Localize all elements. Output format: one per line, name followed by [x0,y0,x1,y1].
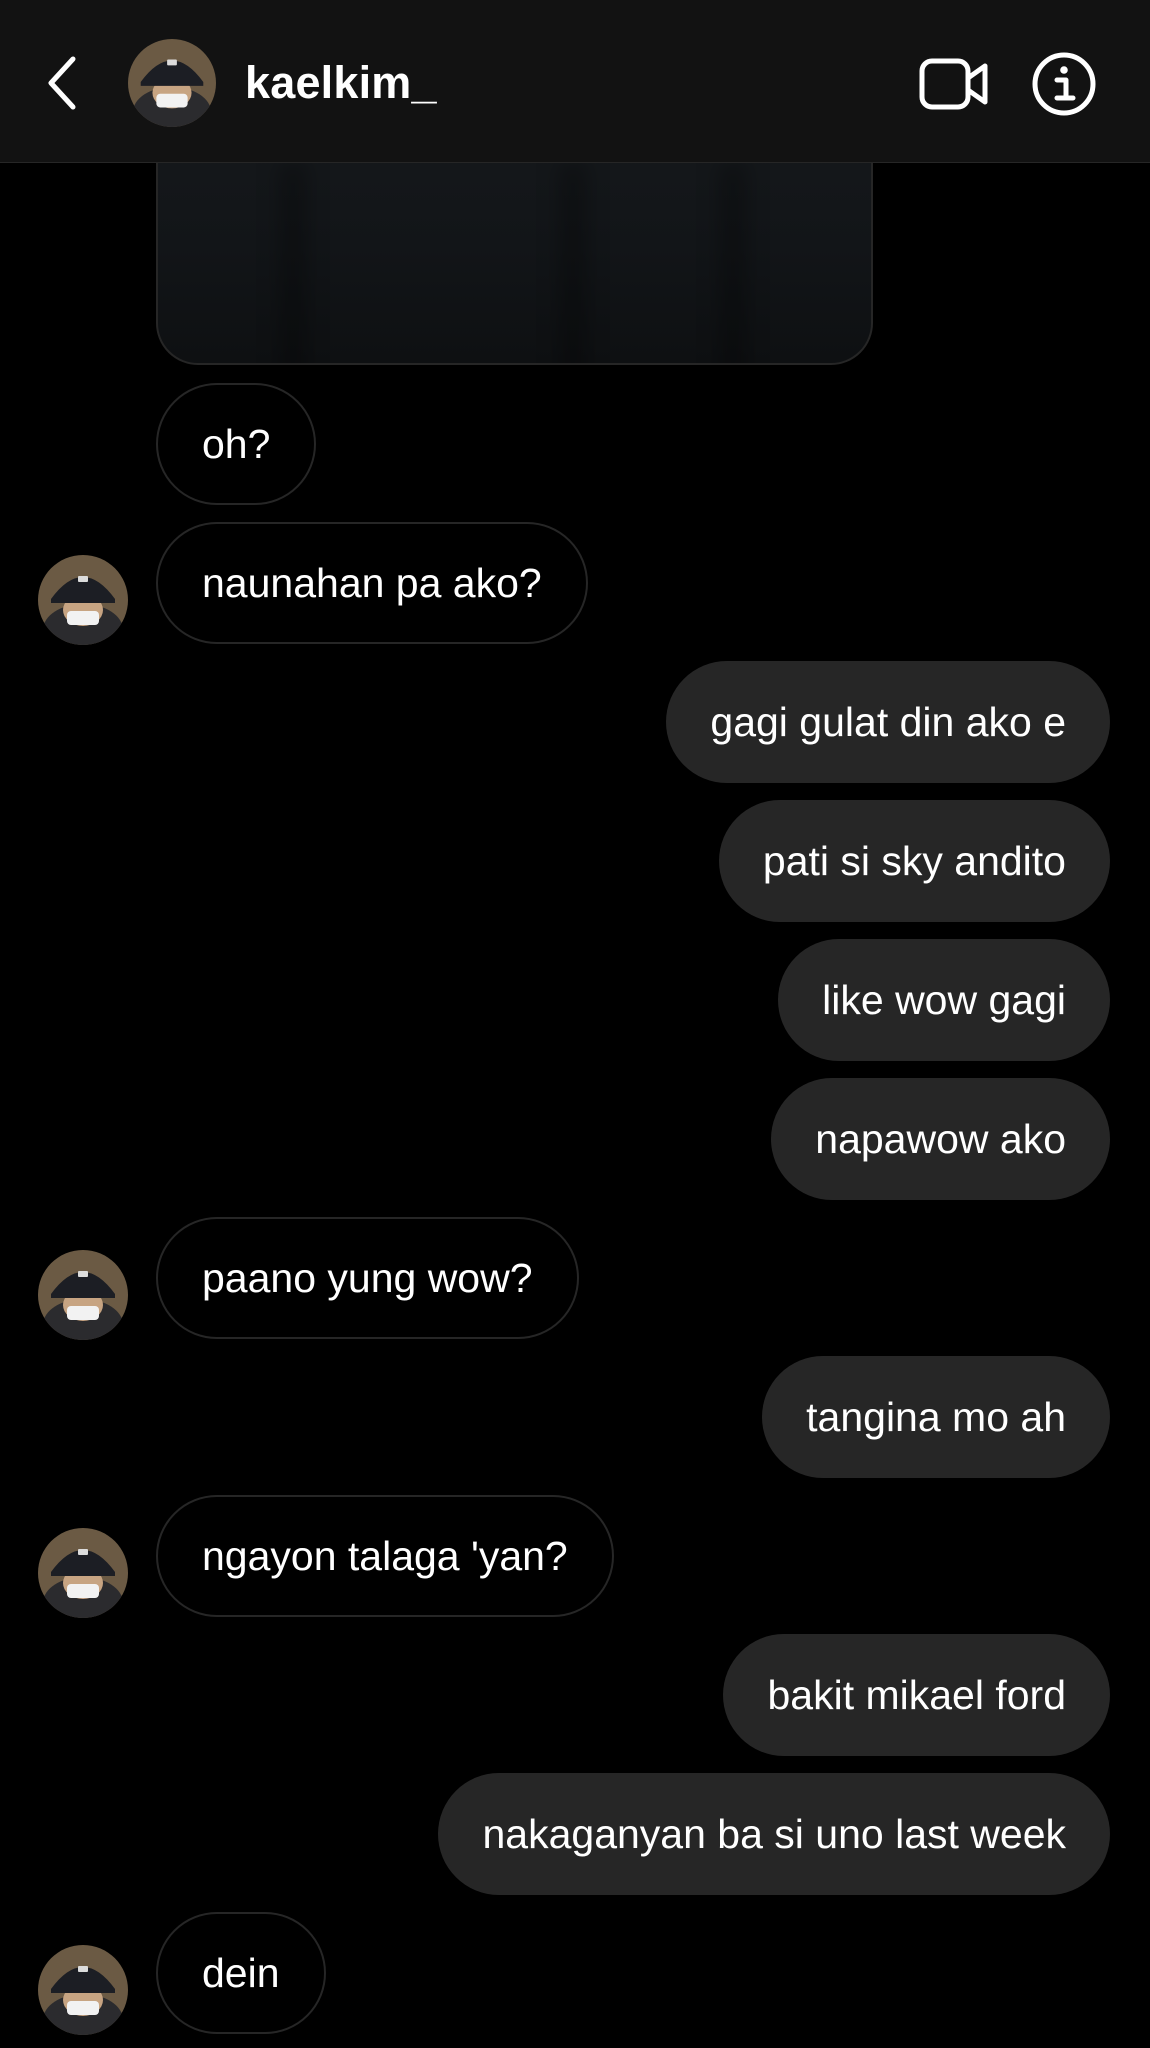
profile-photo-icon [128,39,216,127]
outgoing-message[interactable]: pati si sky andito [718,800,1110,922]
message-text: oh? [202,421,271,467]
message-text: naunahan pa ako? [202,560,542,606]
profile-photo-icon [38,1945,128,2035]
message-text: paano yung wow? [202,1255,533,1301]
chat-header: kaelkim_ [0,0,1150,163]
message-text: pati si sky andito [762,838,1066,884]
outgoing-message[interactable]: nakaganyan ba si uno last week [438,1773,1110,1895]
incoming-message[interactable]: paano yung wow? [156,1217,579,1339]
sender-avatar[interactable] [38,1945,128,2035]
outgoing-message[interactable]: napawow ako [771,1078,1110,1200]
incoming-message[interactable]: dein [156,1912,326,2034]
sender-avatar[interactable] [38,1250,128,1340]
outgoing-message[interactable]: like wow gagi [778,939,1110,1061]
message-text: napawow ako [815,1116,1066,1162]
message-text: dein [202,1950,280,1996]
outgoing-message[interactable]: tangina mo ah [762,1356,1110,1478]
message-text: like wow gagi [822,977,1066,1023]
back-button[interactable] [34,48,90,118]
message-text: ngayon talaga 'yan? [202,1533,568,1579]
message-text: nakaganyan ba si uno last week [482,1811,1066,1857]
profile-photo-icon [38,1528,128,1618]
profile-photo-icon [38,1250,128,1340]
info-icon [1032,52,1096,116]
outgoing-message[interactable]: gagi gulat din ako e [666,661,1110,783]
outgoing-message[interactable]: bakit mikael ford [723,1634,1110,1756]
message-text: gagi gulat din ako e [710,699,1066,745]
message-text: tangina mo ah [806,1394,1066,1440]
profile-avatar[interactable] [128,39,216,127]
video-call-button[interactable] [916,52,992,116]
message-text: bakit mikael ford [767,1672,1066,1718]
sender-avatar[interactable] [38,555,128,645]
chevron-left-icon [48,56,76,110]
conversation-info-button[interactable] [1028,48,1100,120]
sender-avatar[interactable] [38,1528,128,1618]
incoming-message[interactable]: ngayon talaga 'yan? [156,1495,614,1617]
incoming-message[interactable]: naunahan pa ako? [156,522,588,644]
profile-photo-icon [38,555,128,645]
incoming-message[interactable]: oh? [156,383,317,505]
message-thread[interactable]: oh? naunahan pa ako? gagi gulat din ako … [0,0,1150,2048]
video-call-icon [919,58,988,110]
chat-username[interactable]: kaelkim_ [245,56,437,110]
